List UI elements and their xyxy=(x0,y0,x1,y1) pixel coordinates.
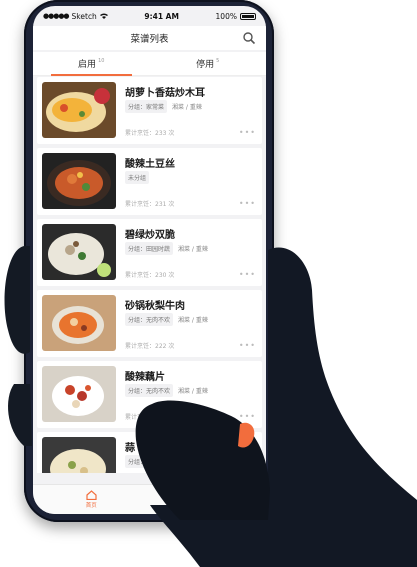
recipe-cook-count: 累计烹饪： xyxy=(125,414,156,421)
battery-icon xyxy=(239,12,256,20)
more-icon[interactable]: ••• xyxy=(239,199,256,208)
recipe-photo xyxy=(42,437,116,473)
recipe-group-tag: 分组：无肉不欢 xyxy=(125,384,174,397)
recipe-photo xyxy=(42,153,116,209)
phone-screen: ●●●●● Sketch 9:41 AM 100% 菜谱列表 启用 10 停用 5 xyxy=(33,6,266,514)
recipe-photo xyxy=(42,295,116,351)
tab-disabled-count: 5 xyxy=(216,57,220,64)
recipe-name: 砂锅秋梨牛肉 xyxy=(125,301,185,312)
recipe-card[interactable]: 酸辣土豆丝 未分组 累计烹饪：231 次 ••• xyxy=(37,148,262,215)
recipe-photo xyxy=(42,82,116,138)
battery-percent: 100% xyxy=(215,11,237,21)
tab-home[interactable]: 首页 xyxy=(33,485,150,514)
more-icon[interactable]: ••• xyxy=(239,270,256,279)
tab-enabled[interactable]: 启用 10 xyxy=(33,52,150,76)
recipe-photo xyxy=(42,224,116,280)
stage: ●●●●● Sketch 9:41 AM 100% 菜谱列表 启用 10 停用 5 xyxy=(0,0,417,567)
more-icon[interactable]: ••• xyxy=(239,412,256,421)
more-icon[interactable]: ••• xyxy=(239,341,256,350)
recipe-name: 胡萝卜香菇炒木耳 xyxy=(125,88,205,99)
tab-disabled-label: 停用 xyxy=(196,60,215,70)
recipe-name: 酸辣藕片 xyxy=(125,372,165,383)
recipe-card[interactable]: 蒜 分组：无 xyxy=(37,432,262,473)
recipe-taste: 湘菜 / 重辣 xyxy=(172,104,202,111)
tab-profile-label: 我的 xyxy=(202,503,214,509)
recipe-group-tag: 未分组 xyxy=(125,171,150,184)
recipe-group-tag: 分组：无 xyxy=(125,455,156,468)
recipe-cook-count: 累计烹饪：230 次 xyxy=(125,272,175,279)
home-icon xyxy=(86,490,97,500)
profile-icon xyxy=(202,490,213,500)
tab-bar-top: 启用 10 停用 5 xyxy=(33,52,266,76)
recipe-cook-count: 累计烹饪：222 次 xyxy=(125,343,175,350)
recipe-group-tag: 分组：无肉不欢 xyxy=(125,313,174,326)
recipe-photo xyxy=(42,366,116,422)
recipe-name: 蒜 xyxy=(125,443,135,454)
recipe-group-tag: 分组：田园时蔬 xyxy=(125,242,174,255)
recipe-group-tag: 分组：家常菜 xyxy=(125,100,168,113)
carrier-label: Sketch xyxy=(71,11,97,21)
recipe-card[interactable]: 砂锅秋梨牛肉 分组：无肉不欢 湘菜 / 重辣 累计烹饪：222 次 ••• xyxy=(37,290,262,357)
recipe-name: 酸辣土豆丝 xyxy=(125,159,175,170)
tab-home-label: 首页 xyxy=(85,503,97,509)
recipe-card[interactable]: 碧绿炒双脆 分组：田园时蔬 湘菜 / 重辣 累计烹饪：230 次 ••• xyxy=(37,219,262,286)
recipe-cook-count: 累计烹饪：231 次 xyxy=(125,201,175,208)
recipe-cook-count: 累计烹饪：233 次 xyxy=(125,130,175,137)
tab-disabled[interactable]: 停用 5 xyxy=(150,52,267,75)
signal-icon: ●●●●● xyxy=(43,12,70,20)
bottom-tab-bar: 首页 我的 xyxy=(33,484,266,514)
search-icon[interactable] xyxy=(242,31,256,45)
recipe-list: 胡萝卜香菇炒木耳 分组：家常菜 湘菜 / 重辣 累计烹饪：233 次 ••• 酸… xyxy=(33,77,266,473)
wifi-icon xyxy=(99,13,108,19)
recipe-taste: 湘菜 / 重辣 xyxy=(178,317,208,324)
recipe-taste: 湘菜 / 重辣 xyxy=(178,246,208,253)
recipe-name: 碧绿炒双脆 xyxy=(125,230,175,241)
navbar: 菜谱列表 xyxy=(33,26,266,50)
tab-enabled-label: 启用 xyxy=(78,60,97,70)
tab-enabled-count: 10 xyxy=(98,57,105,64)
status-bar: ●●●●● Sketch 9:41 AM 100% xyxy=(33,6,266,26)
more-icon[interactable]: ••• xyxy=(239,128,256,137)
tab-profile[interactable]: 我的 xyxy=(150,485,267,514)
recipe-card[interactable]: 酸辣藕片 分组：无肉不欢 湘菜 / 重辣 累计烹饪： ••• xyxy=(37,361,262,428)
recipe-card[interactable]: 胡萝卜香菇炒木耳 分组：家常菜 湘菜 / 重辣 累计烹饪：233 次 ••• xyxy=(37,77,262,144)
page-title: 菜谱列表 xyxy=(130,34,169,45)
recipe-taste: 湘菜 / 重辣 xyxy=(178,388,208,395)
status-time: 9:41 AM xyxy=(144,11,179,21)
